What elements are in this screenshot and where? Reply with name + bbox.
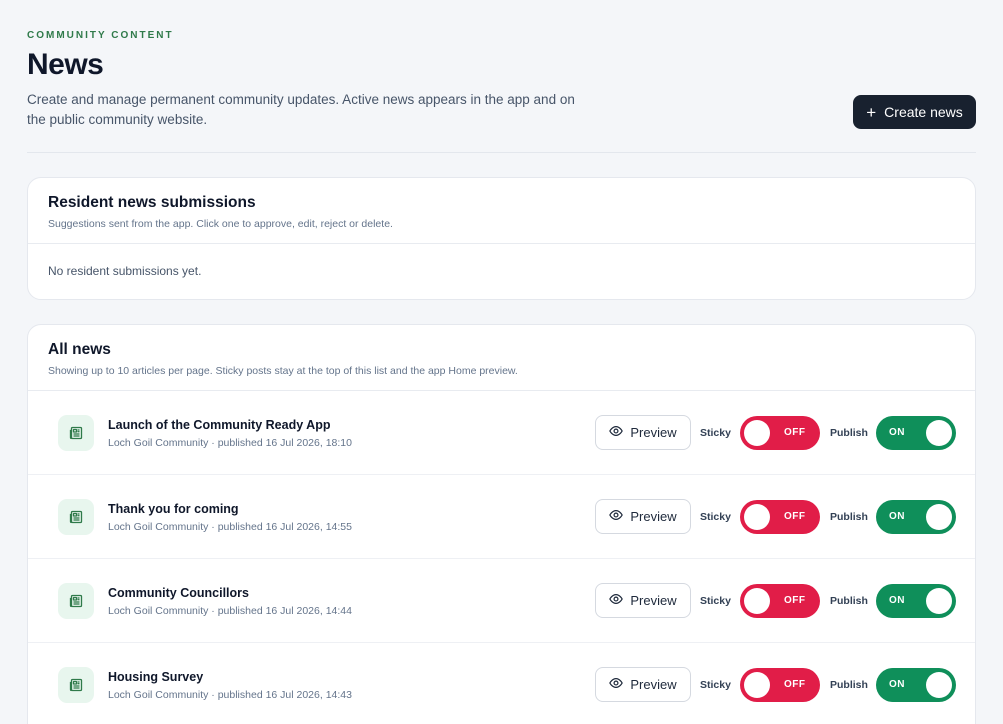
newspaper-icon — [58, 499, 94, 535]
preview-label: Preview — [630, 593, 677, 608]
sticky-label: Sticky — [700, 679, 731, 691]
page-description: Create and manage permanent community up… — [27, 92, 575, 127]
sticky-label: Sticky — [700, 595, 731, 607]
submissions-header: Resident news submissions Suggestions se… — [28, 178, 975, 244]
eye-icon — [609, 676, 624, 693]
submissions-description: Suggestions sent from the app. Click one… — [48, 218, 393, 230]
all-news-title: All news — [48, 341, 111, 358]
newspaper-icon — [58, 415, 94, 451]
toggle-knob — [926, 588, 952, 614]
news-title[interactable]: Housing Survey — [108, 670, 203, 684]
preview-label: Preview — [630, 677, 677, 692]
plus-icon: + — [866, 102, 877, 122]
sticky-label: Sticky — [700, 511, 731, 523]
resident-submissions-card: Resident news submissions Suggestions se… — [27, 177, 976, 300]
page-title: News — [27, 48, 104, 81]
publish-toggle[interactable]: ON — [876, 416, 956, 450]
toggle-knob — [744, 588, 770, 614]
news-title[interactable]: Community Councillors — [108, 586, 249, 600]
submissions-title: Resident news submissions — [48, 194, 256, 211]
header-divider — [27, 152, 976, 153]
sticky-label: Sticky — [700, 427, 731, 439]
preview-label: Preview — [630, 509, 677, 524]
eye-icon — [609, 424, 624, 441]
eye-icon — [609, 592, 624, 609]
toggle-knob — [926, 504, 952, 530]
preview-button[interactable]: Preview — [595, 583, 691, 618]
news-title[interactable]: Launch of the Community Ready App — [108, 418, 330, 432]
news-list: Launch of the Community Ready App Loch G… — [28, 391, 975, 724]
publish-label: Publish — [830, 511, 868, 523]
news-row[interactable]: Housing Survey Loch Goil Community · pub… — [28, 643, 975, 724]
news-meta: Loch Goil Community · published 16 Jul 2… — [108, 605, 352, 617]
toggle-knob — [926, 672, 952, 698]
news-meta: Loch Goil Community · published 16 Jul 2… — [108, 521, 352, 533]
newspaper-icon — [58, 667, 94, 703]
create-news-label: Create news — [884, 104, 963, 120]
publish-toggle[interactable]: ON — [876, 500, 956, 534]
create-news-button[interactable]: + Create news — [853, 95, 976, 129]
preview-label: Preview — [630, 425, 677, 440]
sticky-toggle[interactable]: OFF — [740, 584, 820, 618]
news-meta: Loch Goil Community · published 16 Jul 2… — [108, 437, 352, 449]
sticky-state: OFF — [784, 595, 806, 606]
all-news-description: Showing up to 10 articles per page. Stic… — [48, 365, 518, 377]
preview-button[interactable]: Preview — [595, 415, 691, 450]
all-news-card: All news Showing up to 10 articles per p… — [27, 324, 976, 724]
publish-state: ON — [889, 679, 905, 690]
eye-icon — [609, 508, 624, 525]
preview-button[interactable]: Preview — [595, 499, 691, 534]
submissions-empty-message: No resident submissions yet. — [48, 264, 202, 278]
sticky-toggle[interactable]: OFF — [740, 500, 820, 534]
publish-toggle[interactable]: ON — [876, 668, 956, 702]
all-news-header: All news Showing up to 10 articles per p… — [28, 325, 975, 391]
publish-state: ON — [889, 427, 905, 438]
sticky-state: OFF — [784, 427, 806, 438]
publish-label: Publish — [830, 679, 868, 691]
sticky-state: OFF — [784, 679, 806, 690]
sticky-state: OFF — [784, 511, 806, 522]
publish-state: ON — [889, 595, 905, 606]
toggle-knob — [926, 420, 952, 446]
news-row[interactable]: Thank you for coming Loch Goil Community… — [28, 475, 975, 559]
publish-state: ON — [889, 511, 905, 522]
news-row[interactable]: Community Councillors Loch Goil Communit… — [28, 559, 975, 643]
publish-label: Publish — [830, 427, 868, 439]
sticky-toggle[interactable]: OFF — [740, 416, 820, 450]
toggle-knob — [744, 672, 770, 698]
newspaper-icon — [58, 583, 94, 619]
publish-label: Publish — [830, 595, 868, 607]
news-title[interactable]: Thank you for coming — [108, 502, 239, 516]
publish-toggle[interactable]: ON — [876, 584, 956, 618]
toggle-knob — [744, 504, 770, 530]
section-eyebrow: COMMUNITY CONTENT — [27, 30, 174, 41]
news-row[interactable]: Launch of the Community Ready App Loch G… — [28, 391, 975, 475]
toggle-knob — [744, 420, 770, 446]
news-meta: Loch Goil Community · published 16 Jul 2… — [108, 689, 352, 701]
preview-button[interactable]: Preview — [595, 667, 691, 702]
sticky-toggle[interactable]: OFF — [740, 668, 820, 702]
